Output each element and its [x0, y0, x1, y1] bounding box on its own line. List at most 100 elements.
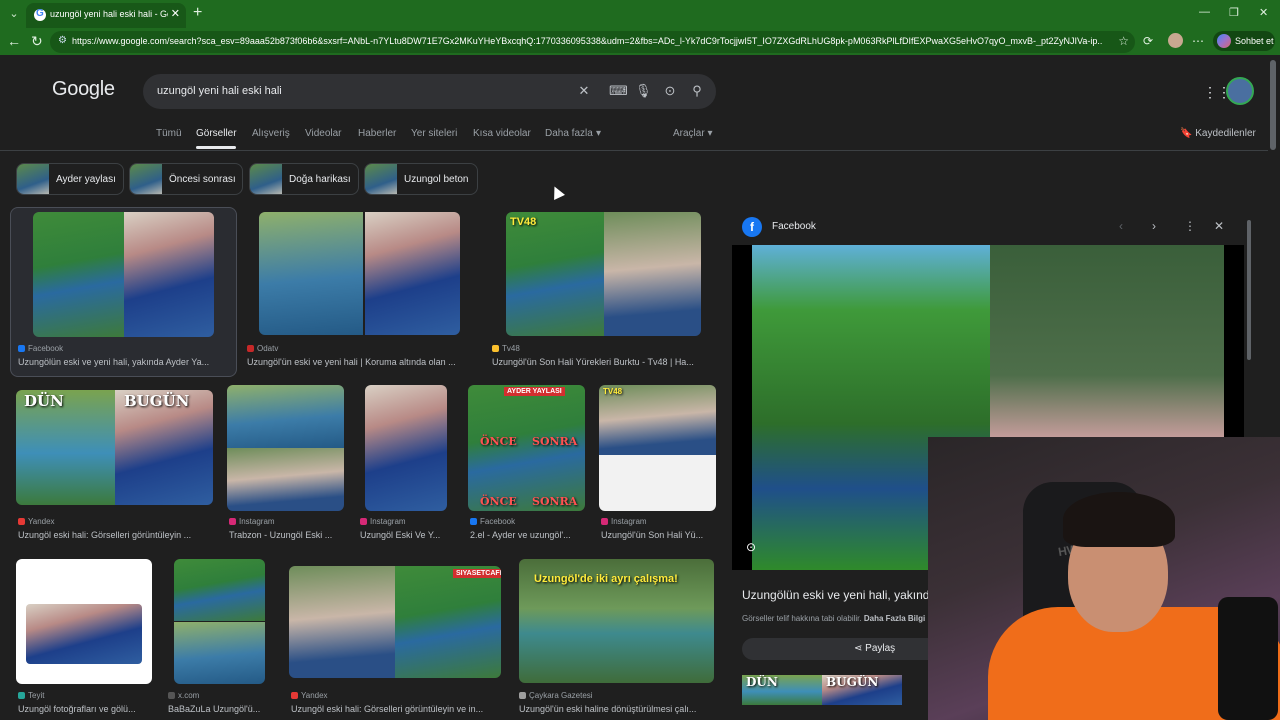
copyright-text: Görseller telif hakkına tabi olabilir. [742, 614, 862, 623]
site-info-icon[interactable]: ⚙ [58, 35, 67, 46]
result-caption[interactable]: Uzungöl'ün Son Hali Yü... [601, 530, 719, 540]
result-image[interactable]: AYDER YAYLASI ÖNCE SONRA ÖNCE SONRA [468, 385, 585, 511]
page-scrollbar[interactable] [1270, 60, 1276, 150]
result-caption[interactable]: Uzungöl fotoğrafları ve gölü... [18, 704, 150, 714]
result-image[interactable] [259, 212, 460, 335]
menu-kebab-icon[interactable]: ⋯ [1190, 33, 1206, 49]
result-source: Teyit [18, 691, 44, 700]
close-panel-icon[interactable]: ✕ [1214, 219, 1224, 233]
chip-label: Doğa harikası [289, 174, 351, 185]
prev-image-icon[interactable]: ‹ [1119, 219, 1123, 233]
keyboard-icon[interactable]: ⌨ [609, 83, 628, 99]
tab-news[interactable]: Haberler [358, 128, 396, 139]
close-window-icon[interactable]: ✕ [1259, 6, 1268, 19]
result-caption[interactable]: Uzungöl Eski Ve Y... [360, 530, 460, 540]
result-caption[interactable]: Uzungöl'ün Son Hali Yürekleri Burktu - T… [492, 357, 712, 367]
result-image[interactable]: TV48 [599, 385, 716, 511]
gemini-chat-button[interactable]: Sohbet et [1213, 31, 1275, 51]
tab-images[interactable]: Görseller [196, 128, 237, 139]
result-image[interactable] [365, 385, 447, 511]
result-caption[interactable]: Uzungöl'ün eski haline dönüştürülmesi ça… [519, 704, 714, 714]
result-image[interactable] [174, 559, 265, 684]
search-icon[interactable]: ⚲ [689, 83, 705, 99]
more-options-icon[interactable]: ⋮ [1184, 219, 1196, 233]
tab-short-videos[interactable]: Kısa videolar [473, 128, 531, 139]
chip-nature[interactable]: Doğa harikası [249, 163, 359, 195]
next-image-icon[interactable]: › [1152, 219, 1156, 233]
address-bar[interactable]: ⚙ https://www.google.com/search?sca_esv=… [50, 31, 1135, 53]
back-icon[interactable]: ← [7, 33, 21, 49]
panel-site-name[interactable]: Facebook [772, 221, 816, 232]
mic-icon[interactable]: 🎙 [635, 83, 652, 99]
result-image[interactable] [33, 212, 214, 337]
result-source: Yandex [291, 691, 328, 700]
saved-button[interactable]: 🔖 Kaydedilenler [1180, 128, 1256, 139]
webcam-overlay: HWAK [928, 437, 1280, 720]
chip-label: Uzungol beton [404, 174, 469, 185]
result-image[interactable]: DÜN BUGÜN [16, 390, 213, 505]
gemini-icon [1217, 34, 1231, 48]
panel-title[interactable]: Uzungölün eski ve yeni hali, yakında [742, 588, 936, 602]
account-avatar[interactable] [1226, 77, 1254, 105]
maximize-icon[interactable]: ❐ [1229, 6, 1239, 19]
result-source: Tv48 [492, 344, 520, 353]
tab-shopping[interactable]: Alışveriş [252, 128, 290, 139]
chip-thumbnail [365, 164, 397, 194]
result-image[interactable] [227, 385, 344, 511]
tab-title: uzungöl yeni hali eski hali - Google [50, 9, 168, 19]
chip-thumbnail [250, 164, 282, 194]
google-logo[interactable]: Google [52, 78, 115, 101]
result-image[interactable] [16, 559, 152, 684]
reload-icon[interactable]: ↻ [31, 33, 43, 50]
profile-avatar[interactable] [1168, 33, 1183, 48]
tab-all[interactable]: Tümü [156, 128, 182, 139]
more-chevron-icon: ▾ [596, 128, 602, 139]
result-caption[interactable]: Uzungölün eski ve yeni hali, yakında Ayd… [18, 357, 228, 367]
result-caption[interactable]: Uzungöl eski hali: Görselleri görüntüley… [18, 530, 213, 540]
minimize-icon[interactable]: — [1199, 6, 1210, 18]
browser-toolbar: ← ↻ ⚙ https://www.google.com/search?sca_… [0, 28, 1280, 55]
result-caption[interactable]: Uzungöl'ün eski ve yeni hali | Koruma al… [247, 357, 475, 367]
clear-icon[interactable]: ✕ [576, 83, 592, 99]
tab-more[interactable]: Daha fazla [545, 128, 593, 139]
image-text: BUGÜN [124, 392, 190, 410]
result-image[interactable]: SIYASETCAFE [289, 566, 501, 678]
result-image[interactable]: Uzungöl'de iki ayrı çalışma! [519, 559, 714, 683]
browser-tab-bar: ⌄ uzungöl yeni hali eski hali - Google ✕… [0, 0, 1280, 28]
chip-before-after[interactable]: Öncesi sonrası [129, 163, 243, 195]
chip-concrete[interactable]: Uzungol beton [364, 163, 478, 195]
image-text: SONRA [532, 495, 578, 508]
result-caption[interactable]: BaBaZuLa Uzungöl'ü... [168, 704, 273, 714]
browser-tab[interactable]: uzungöl yeni hali eski hali - Google ✕ [26, 3, 186, 28]
google-favicon-icon [34, 8, 46, 21]
bookmark-star-icon[interactable]: ☆ [1118, 34, 1129, 48]
tab-videos[interactable]: Videolar [305, 128, 342, 139]
new-tab-icon[interactable]: + [193, 4, 202, 22]
gemini-label: Sohbet et [1235, 36, 1274, 46]
tab-search-icon[interactable]: ⌄ [6, 6, 22, 22]
image-text: Uzungöl'de iki ayrı çalışma! [534, 573, 678, 585]
chip-ayder[interactable]: Ayder yaylası [16, 163, 124, 195]
panel-scrollbar[interactable] [1247, 220, 1251, 360]
extension-icon[interactable]: ⟳ [1140, 33, 1156, 49]
result-caption[interactable]: 2.el - Ayder ve uzungöl'... [470, 530, 590, 540]
result-image[interactable]: TV48 [506, 212, 701, 336]
result-source: Facebook [470, 517, 515, 526]
more-info-link[interactable]: Daha Fazla Bilgi [864, 614, 925, 623]
image-text: TV48 [603, 387, 623, 396]
result-source: Instagram [360, 517, 406, 526]
tab-sites[interactable]: Yer siteleri [411, 128, 457, 139]
tools-label: Araçlar [673, 128, 705, 139]
tools-button[interactable]: Araçlar ▾ [673, 128, 713, 139]
result-source: Odatv [247, 344, 278, 353]
search-query[interactable]: uzungöl yeni hali eski hali [157, 85, 282, 97]
lens-icon[interactable]: ⊙ [662, 83, 678, 99]
result-caption[interactable]: Trabzon - Uzungöl Eski ... [229, 530, 349, 540]
result-caption[interactable]: Uzungöl eski hali: Görselleri görüntüley… [291, 704, 503, 714]
lens-search-icon[interactable]: ⊙ [746, 540, 756, 554]
related-thumbnail[interactable]: DÜN BUGÜN [742, 675, 902, 705]
close-tab-icon[interactable]: ✕ [171, 7, 180, 20]
image-text: SONRA [532, 435, 578, 448]
search-box[interactable]: uzungöl yeni hali eski hali ✕ ⌨ 🎙 ⊙ ⚲ [143, 74, 716, 109]
url-text: https://www.google.com/search?sca_esv=89… [72, 36, 1102, 46]
